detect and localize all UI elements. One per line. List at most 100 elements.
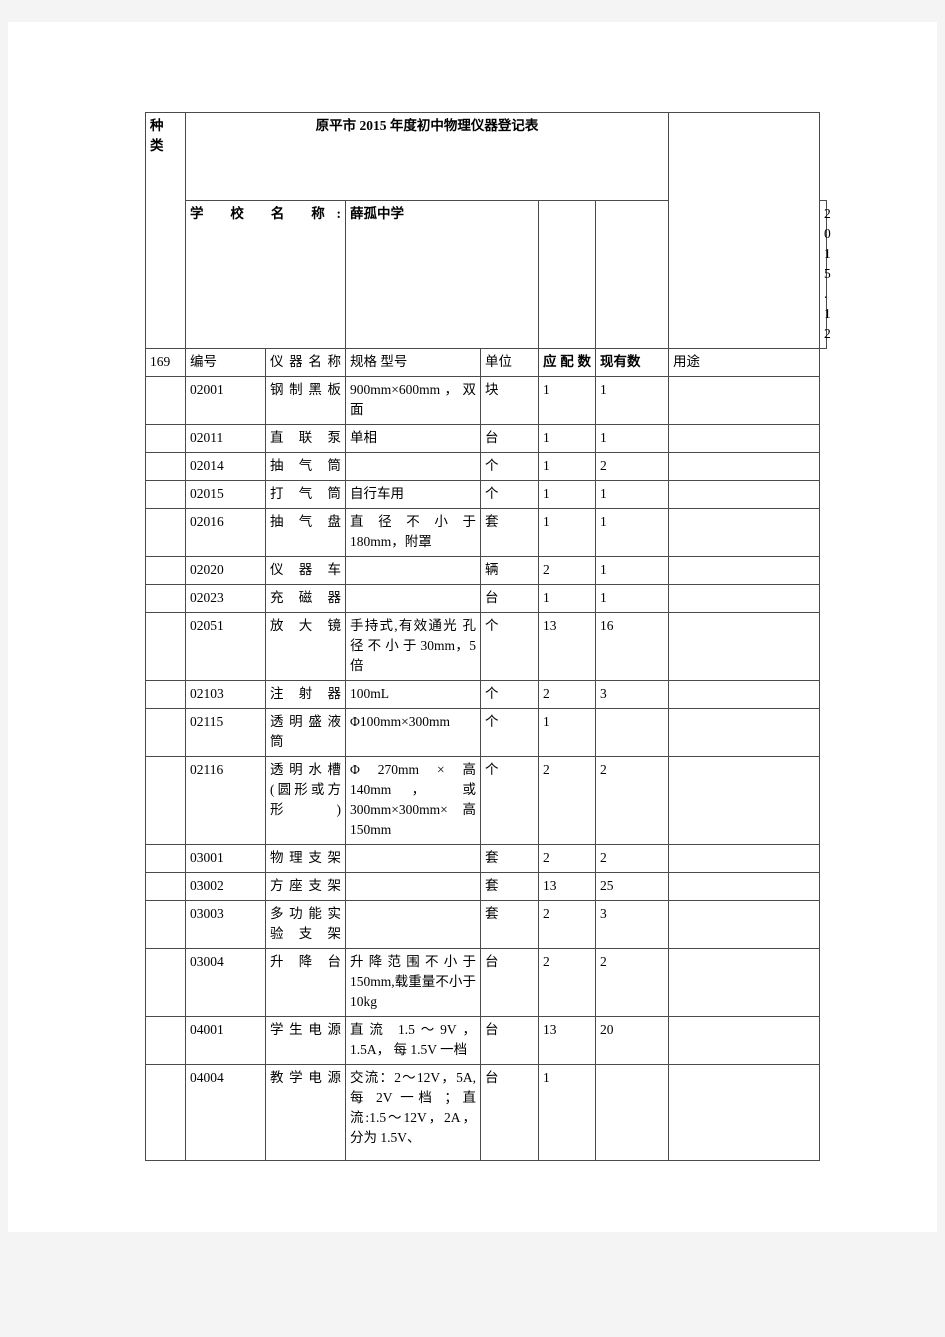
school-name-value: 薛孤中学 xyxy=(345,200,539,349)
cell-name: 放大镜 xyxy=(265,612,346,681)
cell-unit: 个 xyxy=(480,452,539,481)
cell-code: 02020 xyxy=(185,556,266,585)
row-kind-spacer xyxy=(145,612,186,681)
column-header-usage: 用途 xyxy=(668,348,820,377)
cell-name: 打气筒 xyxy=(265,480,346,509)
cell-required: 1 xyxy=(538,584,596,613)
cell-unit: 个 xyxy=(480,756,539,845)
cell-usage xyxy=(668,376,820,425)
cell-spec: Φ 270mm × 高 140mm ， 或 300mm×300mm×高 150m… xyxy=(345,756,481,845)
cell-spec: Φ100mm×300mm xyxy=(345,708,481,757)
cell-code: 04004 xyxy=(185,1064,266,1161)
title-row: 种 类 原平市 2015 年度初中物理仪器登记表 xyxy=(145,112,827,349)
cell-name: 学 生 电 源 xyxy=(265,1016,346,1065)
cell-usage xyxy=(668,452,820,481)
row-kind-spacer xyxy=(145,872,186,901)
table-row: 03004 升降台 升降范围不小于 150mm,载重量不小于 10kg 台 2 2 xyxy=(145,948,827,1017)
cell-current: 2 xyxy=(595,948,669,1017)
cell-required: 1 xyxy=(538,424,596,453)
cell-required: 13 xyxy=(538,872,596,901)
instrument-registration-table: 种 类 原平市 2015 年度初中物理仪器登记表 学 校 名 称: 薛孤中学 2… xyxy=(145,112,831,1161)
table-row: 02016 抽气盘直 径 不 小 于 180mm，附罩套 1 1 xyxy=(145,508,827,557)
cell-name: 透 明 盛 液筒 xyxy=(265,708,346,757)
page-title: 原平市 2015 年度初中物理仪器登记表 xyxy=(185,112,669,201)
cell-code: 02015 xyxy=(185,480,266,509)
cell-spec xyxy=(345,900,481,949)
cell-current: 1 xyxy=(595,584,669,613)
column-header-current: 现有数 xyxy=(595,348,669,377)
cell-code: 02016 xyxy=(185,508,266,557)
cell-current: 3 xyxy=(595,900,669,949)
cell-unit: 套 xyxy=(480,844,539,873)
cell-unit: 套 xyxy=(480,508,539,557)
table-row: 02001 钢 制 黑 板 900mm×600mm，双面块 1 1 xyxy=(145,376,827,425)
cell-unit: 台 xyxy=(480,584,539,613)
column-header-spec: 规格 型号 xyxy=(345,348,481,377)
school-row-blank-1 xyxy=(538,200,596,349)
row-kind-spacer xyxy=(145,584,186,613)
cell-code: 02115 xyxy=(185,708,266,757)
cell-current xyxy=(595,1064,669,1161)
row-kind-spacer xyxy=(145,508,186,557)
cell-required: 13 xyxy=(538,612,596,681)
row-kind-spacer xyxy=(145,1016,186,1065)
cell-required: 2 xyxy=(538,680,596,709)
cell-name: 注射器 xyxy=(265,680,346,709)
cell-usage xyxy=(668,612,820,681)
cell-required: 1 xyxy=(538,376,596,425)
cell-required: 2 xyxy=(538,756,596,845)
cell-current: 20 xyxy=(595,1016,669,1065)
cell-unit: 辆 xyxy=(480,556,539,585)
title-row-usage-cell xyxy=(668,112,820,349)
column-header-required: 应 配 数 xyxy=(538,348,596,377)
cell-name: 教 学 电 源 xyxy=(265,1064,346,1161)
row-kind-spacer xyxy=(145,844,186,873)
cell-current: 1 xyxy=(595,376,669,425)
cell-usage xyxy=(668,480,820,509)
table-row: 02011 直联泵 单相台 1 1 xyxy=(145,424,827,453)
cell-required: 1 xyxy=(538,508,596,557)
cell-current: 16 xyxy=(595,612,669,681)
cell-required: 1 xyxy=(538,480,596,509)
cell-code: 03003 xyxy=(185,900,266,949)
row-kind-spacer xyxy=(145,680,186,709)
cell-code: 03002 xyxy=(185,872,266,901)
cell-unit: 台 xyxy=(480,948,539,1017)
cell-name: 抽气盘 xyxy=(265,508,346,557)
kind-value: 169 xyxy=(145,348,186,377)
cell-current: 2 xyxy=(595,844,669,873)
table-row: 02020 仪器车 辆 2 1 xyxy=(145,556,827,585)
cell-current: 25 xyxy=(595,872,669,901)
cell-unit: 套 xyxy=(480,872,539,901)
table-row: 02116 透 明 水 槽(圆形或方形) Φ 270mm × 高 140mm ， 或… xyxy=(145,756,827,845)
cell-code: 04001 xyxy=(185,1016,266,1065)
table-row: 03001 物 理 支 架套22 xyxy=(145,844,827,873)
cell-required: 1 xyxy=(538,708,596,757)
column-header-code: 编号 xyxy=(185,348,266,377)
row-kind-spacer xyxy=(145,556,186,585)
cell-name: 透 明 水 槽(圆形或方形) xyxy=(265,756,346,845)
cell-name: 升降台 xyxy=(265,948,346,1017)
cell-spec xyxy=(345,872,481,901)
cell-required: 1 xyxy=(538,1064,596,1161)
table-body: 02001 钢 制 黑 板 900mm×600mm，双面块 1 1 02011 直联泵 单相台… xyxy=(145,376,827,1161)
cell-required: 2 xyxy=(538,556,596,585)
cell-name: 物 理 支 架 xyxy=(265,844,346,873)
table-row: 02103 注射器 100mL 个 2 3 xyxy=(145,680,827,709)
cell-current: 1 xyxy=(595,508,669,557)
cell-code: 02014 xyxy=(185,452,266,481)
cell-usage xyxy=(668,1064,820,1161)
cell-spec: 直流 1.5～9V，1.5A， 每 1.5V 一档 xyxy=(345,1016,481,1065)
cell-current: 1 xyxy=(595,556,669,585)
kind-char-1: 种 xyxy=(150,118,164,133)
cell-code: 02011 xyxy=(185,424,266,453)
cell-spec: 升降范围不小于 150mm,载重量不小于 10kg xyxy=(345,948,481,1017)
table-row: 04004 教 学 电 源交流：2～12V，5A,每 2V 一档 ；直流:1.5～… xyxy=(145,1064,827,1161)
cell-spec: 单相 xyxy=(345,424,481,453)
column-header-name: 仪 器 名 称 xyxy=(265,348,346,377)
cell-spec: 自行车用 xyxy=(345,480,481,509)
table-row: 02014 抽气筒 个 1 2 xyxy=(145,452,827,481)
cell-code: 02001 xyxy=(185,376,266,425)
cell-spec xyxy=(345,556,481,585)
cell-current: 3 xyxy=(595,680,669,709)
